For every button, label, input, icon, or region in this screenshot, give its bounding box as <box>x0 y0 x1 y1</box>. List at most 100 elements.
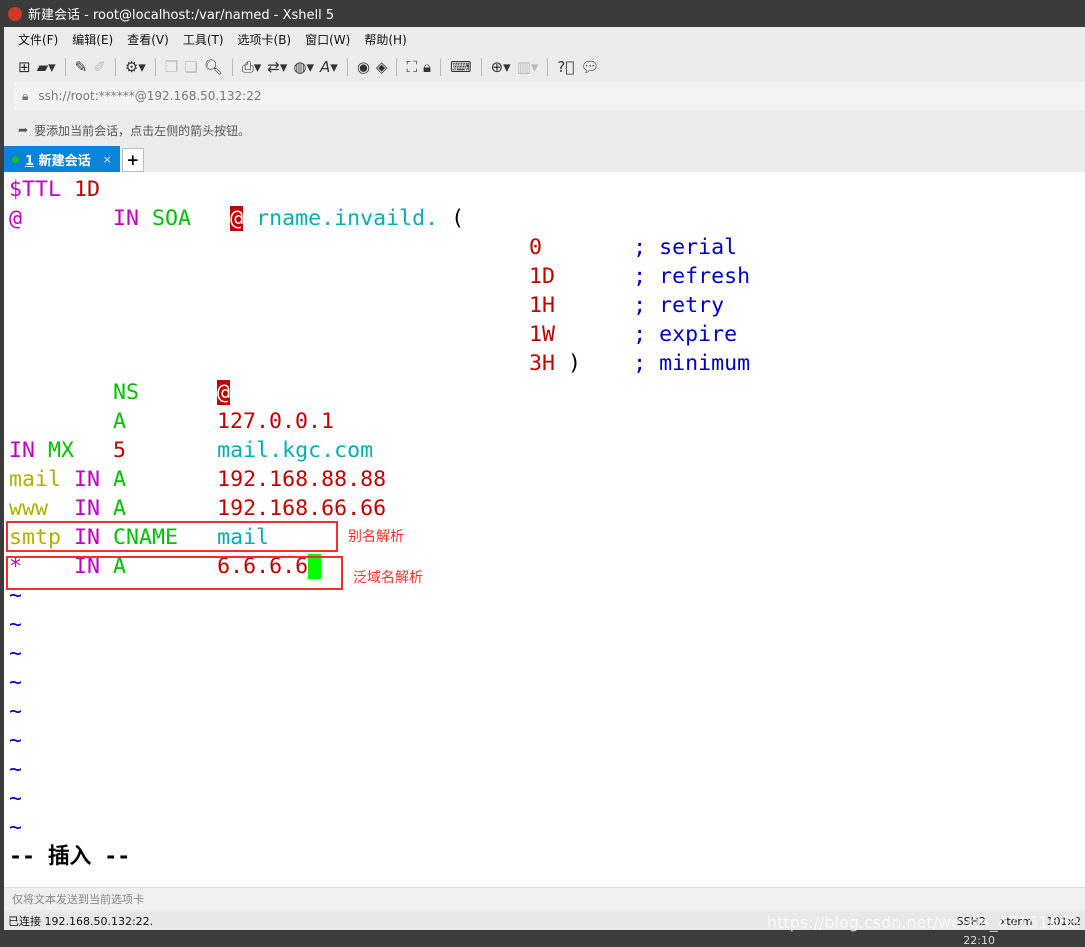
separator <box>154 58 156 76</box>
terminal-line: 3H ) ; minimum <box>9 349 1085 378</box>
xftp-icon[interactable]: ◉ <box>357 58 370 76</box>
terminal-text: MX <box>48 438 75 463</box>
open-folder-icon[interactable]: ▰▾ <box>37 58 56 76</box>
add-tab-button[interactable]: + <box>121 148 144 172</box>
terminal-text: A <box>113 467 127 492</box>
watermark: https://blog.csdn.net/weixin_47151650 <box>766 913 1079 932</box>
terminal-text: 192.168.66.66 <box>217 496 387 521</box>
new-tab-icon[interactable]: ⊕▾ <box>491 58 511 76</box>
terminal-line: ~ <box>9 697 1085 726</box>
terminal-line: ~ <box>9 726 1085 755</box>
terminal-text: 1H <box>529 293 556 318</box>
terminal-text: 1D <box>529 264 556 289</box>
lock-icon[interactable]: 🔒︎ <box>423 58 431 76</box>
toolbar: ⊞ ▰▾ ✎ ✐ ⚙▾ ❐ ❏ 🔍︎ ⎙▾ ⇄▾ ◍▾ A▾ ◉ ◈ ⛶ 🔒︎ … <box>4 52 1085 82</box>
connection-status: 已连接 192.168.50.132:22. <box>8 915 154 928</box>
terminal-line: ~ <box>9 639 1085 668</box>
separator <box>346 58 348 76</box>
terminal-text: 192.168.88.88 <box>217 467 387 492</box>
lock-icon: 🔒︎ <box>22 88 29 103</box>
find-icon[interactable]: 🔍︎ <box>204 58 223 76</box>
terminal-text: SOA <box>152 206 192 231</box>
compose-text: 仅将文本发送到当前选项卡 <box>12 893 144 906</box>
terminal-text: 5 <box>113 438 127 463</box>
menu-tabs[interactable]: 选项卡(B) <box>238 31 292 48</box>
new-session-icon[interactable]: ⊞ <box>18 58 31 76</box>
tab-number: 1 <box>25 153 35 169</box>
menu-window[interactable]: 窗口(W) <box>305 31 350 48</box>
terminal-text: @ <box>9 206 23 231</box>
separator <box>64 58 66 76</box>
transfer-icon[interactable]: ⇄▾ <box>267 58 287 76</box>
terminal-line: ~ <box>9 668 1085 697</box>
terminal-text: ; refresh <box>633 264 751 289</box>
terminal-line: mail IN A 192.168.88.88 <box>9 465 1085 494</box>
font-icon[interactable]: A▾ <box>320 58 338 76</box>
terminal-text: $TTL <box>9 177 75 202</box>
terminal-line: IN MX 5 mail.kgc.com <box>9 436 1085 465</box>
separator <box>231 58 233 76</box>
terminal-text: ; minimum <box>633 351 751 376</box>
terminal-line: 1W ; expire <box>9 320 1085 349</box>
address-bar[interactable]: 🔒︎ ssh://root:******@192.168.50.132:22 <box>14 82 1085 110</box>
print-icon[interactable]: ⎙▾ <box>242 58 262 76</box>
globe-icon[interactable]: ◍▾ <box>293 58 314 76</box>
menu-tools[interactable]: 工具(T) <box>183 31 224 48</box>
connect-icon[interactable]: ✎ <box>75 58 88 76</box>
arrow-add-icon[interactable]: ➦ <box>18 123 28 137</box>
window-title: 新建会话 - root@localhost:/var/named - Xshel… <box>28 8 335 23</box>
address-text: ssh://root:******@192.168.50.132:22 <box>38 89 262 103</box>
properties-icon[interactable]: ⚙▾ <box>125 58 146 76</box>
terminal-text: ~ <box>9 728 23 753</box>
terminal-line: www IN A 192.168.66.66 <box>9 494 1085 523</box>
separator <box>114 58 116 76</box>
menu-help[interactable]: 帮助(H) <box>364 31 406 48</box>
terminal-text: ; serial <box>633 235 738 260</box>
keyboard-icon[interactable]: ⌨ <box>450 58 472 76</box>
terminal-text: 0 <box>529 235 543 260</box>
chat-icon[interactable]: 💬︎ <box>580 58 599 76</box>
terminal-text: mail.kgc.com <box>217 438 374 463</box>
xmanager-icon[interactable]: ◈ <box>376 58 388 76</box>
tab-close-button[interactable]: × <box>103 153 112 166</box>
session-hint-bar: ➦ 要添加当前会话，点击左侧的箭头按钮。 <box>4 114 1085 146</box>
help-icon[interactable]: ?⃝ <box>557 58 574 76</box>
terminal-text: 3H <box>529 351 556 376</box>
connected-dot-icon <box>12 155 19 163</box>
menu-view[interactable]: 查看(V) <box>127 31 169 48</box>
separator <box>480 58 482 76</box>
terminal-text: 1W <box>529 322 556 347</box>
terminal-line: 0 ; serial <box>9 233 1085 262</box>
separator <box>396 58 398 76</box>
menu-file[interactable]: 文件(F) <box>18 31 58 48</box>
compose-bar[interactable]: 仅将文本发送到当前选项卡 <box>4 887 1085 910</box>
layout-icon: ▥▾ <box>516 58 539 76</box>
tab-session-1[interactable]: 1 新建会话 × <box>4 146 120 172</box>
terminal-text: ) <box>555 351 634 376</box>
terminal-text: ~ <box>9 612 23 637</box>
annotation-box-cname <box>6 521 338 552</box>
separator <box>547 58 549 76</box>
fullscreen-icon[interactable]: ⛶ <box>406 58 417 76</box>
terminal-line: ~ <box>9 813 1085 842</box>
xshell-logo-icon <box>8 6 22 21</box>
tab-label: 新建会话 <box>38 153 91 169</box>
menu-edit[interactable]: 编辑(E) <box>72 31 113 48</box>
terminal-text: 1D <box>74 177 101 202</box>
terminal-text: 127.0.0.1 <box>217 409 335 434</box>
terminal-text: ~ <box>9 641 23 666</box>
